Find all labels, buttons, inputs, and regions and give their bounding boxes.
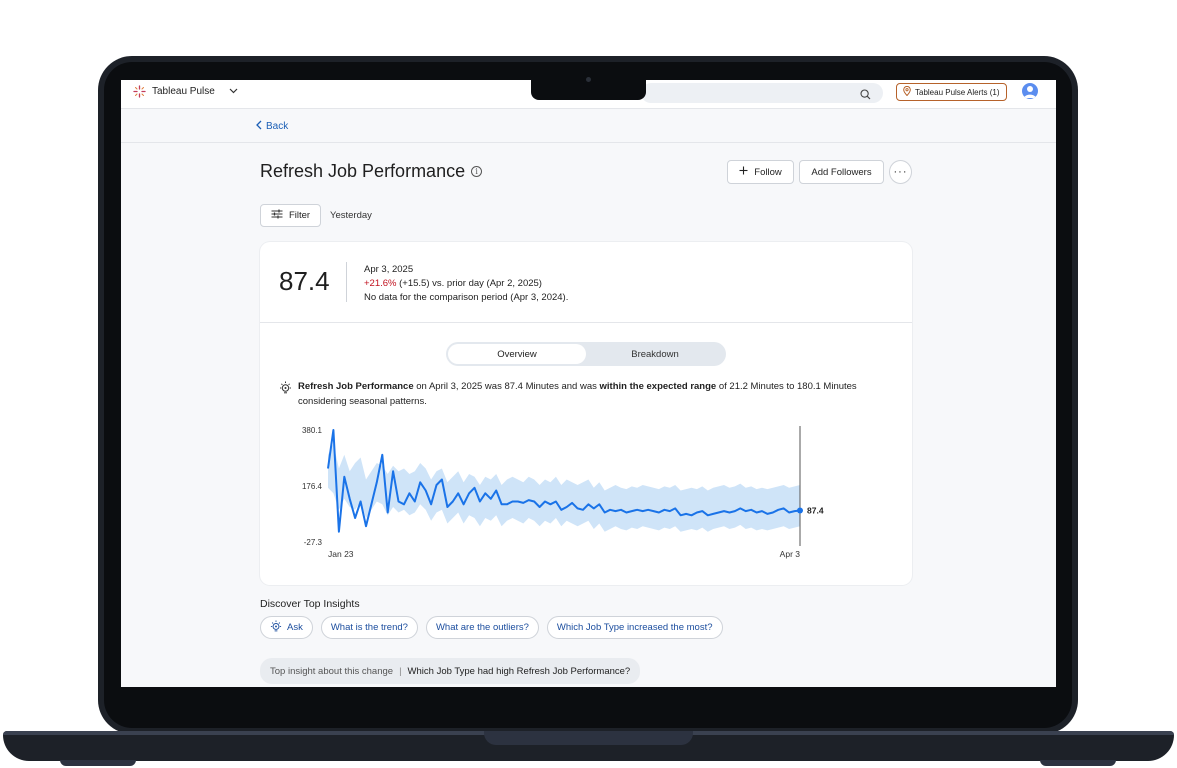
ask-label: Ask (287, 622, 303, 633)
insight-bulb-icon (279, 381, 292, 399)
alerts-label: Tableau Pulse Alerts (1) (915, 87, 1000, 97)
metric-card: 87.4 Apr 3, 2025 +21.6% (+15.5) vs. prio… (260, 242, 912, 585)
chevron-down-icon (229, 86, 238, 97)
insight-summary: Refresh Job Performance on April 3, 2025… (298, 380, 878, 409)
laptop-foot-right (1040, 760, 1116, 766)
laptop-foot-left (60, 760, 136, 766)
last-value-label: 87.4 (807, 505, 824, 515)
back-bar: Back (121, 109, 1056, 143)
screen-bottom-bezel (121, 687, 1056, 703)
app-name: Tableau Pulse (152, 86, 215, 97)
info-icon[interactable]: i (471, 166, 483, 177)
camera-icon (586, 77, 591, 82)
kpi-details: Apr 3, 2025 +21.6% (+15.5) vs. prior day… (364, 263, 568, 305)
app-screen: Tableau Pulse Tableau Pulse Alerts (1) B… (121, 80, 1056, 687)
discover-title: Discover Top Insights (260, 598, 360, 610)
kpi-change-pct: +21.6% (364, 278, 397, 289)
tab-overview[interactable]: Overview (448, 344, 586, 364)
plus-icon (739, 166, 748, 178)
add-followers-label: Add Followers (811, 166, 872, 178)
kpi-change-detail: (+15.5) vs. prior day (Apr 2, 2025) (399, 278, 542, 289)
insight-emphasis: within the expected range (599, 381, 717, 392)
discover-pills: Ask What is the trend? What are the outl… (260, 616, 723, 639)
top-insight-separator: | (399, 665, 402, 677)
back-label: Back (266, 121, 289, 132)
top-insight-chip[interactable]: Top insight about this change | Which Jo… (260, 658, 641, 684)
page-title: Refresh Job Performance i (260, 161, 483, 182)
avatar[interactable] (1022, 83, 1038, 99)
top-insight-label: Top insight about this change (270, 665, 394, 677)
expected-range-band (328, 443, 800, 532)
tableau-logo-icon (133, 85, 146, 98)
tab-breakdown[interactable]: Breakdown (586, 344, 724, 364)
kpi-value: 87.4 (279, 266, 330, 296)
card-divider (260, 322, 912, 323)
question-outliers[interactable]: What are the outliers? (425, 616, 539, 639)
kpi-divider (346, 262, 347, 302)
y-tick-label: -27.3 (304, 538, 323, 547)
trend-chart: 380.1 176.4 -27.3 87.4 Jan 23 Apr 3 (302, 426, 824, 559)
insight-metric: Refresh Job Performance (298, 381, 414, 392)
follow-button[interactable]: Follow (727, 160, 794, 184)
more-dots-icon: ··· (893, 166, 908, 178)
x-tick-start: Jan 23 (328, 549, 354, 559)
add-followers-button[interactable]: Add Followers (799, 160, 884, 184)
y-tick-label: 176.4 (302, 482, 323, 491)
kpi-comparison-note: No data for the comparison period (Apr 3… (364, 292, 569, 303)
top-insight-question: Which Job Type had high Refresh Job Perf… (407, 665, 631, 677)
last-point[interactable] (797, 507, 803, 514)
filter-value: Yesterday (330, 210, 372, 221)
search-icon[interactable] (860, 87, 871, 105)
kpi-change: +21.6% (+15.5) vs. prior day (Apr 2, 202… (364, 277, 568, 291)
y-tick-label: 380.1 (302, 426, 323, 435)
page-title-text: Refresh Job Performance (260, 161, 466, 181)
question-trend[interactable]: What is the trend? (320, 616, 418, 639)
laptop-opening-notch (484, 731, 693, 745)
filter-button[interactable]: Filter (260, 204, 321, 227)
sliders-icon (271, 209, 283, 222)
insight-mid1: on April 3, 2025 was 87.4 Minutes and wa… (416, 381, 597, 392)
search-input[interactable] (641, 83, 883, 103)
follow-label: Follow (754, 166, 782, 178)
ask-button[interactable]: Ask (260, 616, 313, 639)
kpi-date: Apr 3, 2025 (364, 264, 414, 275)
alerts-button[interactable]: Tableau Pulse Alerts (1) (896, 83, 1007, 101)
x-tick-end: Apr 3 (780, 549, 801, 559)
location-pin-icon (903, 85, 911, 98)
app-switcher[interactable]: Tableau Pulse (133, 85, 238, 98)
back-link[interactable]: Back (256, 120, 288, 133)
chevron-left-icon (256, 120, 262, 133)
question-job-type[interactable]: Which Job Type increased the most? (546, 616, 723, 639)
view-tabs: Overview Breakdown (446, 342, 726, 366)
insight-bulb-icon (270, 620, 282, 635)
more-options-button[interactable]: ··· (889, 160, 912, 184)
filter-label: Filter (288, 210, 311, 221)
